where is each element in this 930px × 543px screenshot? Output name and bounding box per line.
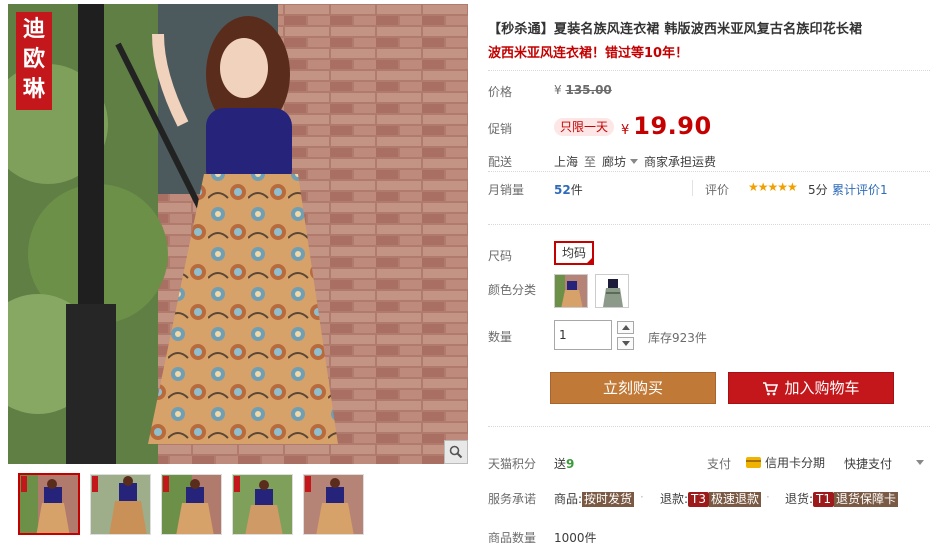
star-rating: ★★★★★ [748, 180, 798, 194]
chevron-down-icon[interactable] [916, 460, 924, 465]
chevron-down-icon [621, 341, 630, 346]
points-info: 送9 [554, 455, 574, 472]
buy-now-button[interactable]: 立刻购买 [550, 372, 716, 404]
currency-symbol: ¥ [621, 123, 630, 138]
product-info-panel: 【秒杀通】夏装名族风连衣裙 韩版波西米亚风复古名族印花长裙 波西米亚风连衣裙！错… [488, 0, 930, 543]
thumbnail-3[interactable] [161, 474, 222, 535]
thumbnail-image [162, 475, 221, 534]
shipping-info: 上海至廊坊 商家承担运费 [554, 153, 716, 170]
rating-label: 评价 [705, 183, 730, 197]
review-count-link[interactable]: 累计评价1 [832, 181, 888, 198]
thumbnail-image [304, 475, 363, 534]
points-prefix: 送 [554, 457, 567, 471]
monthly-sales-label: 月销量 [488, 183, 525, 197]
service-return[interactable]: 退货: T1 退货保障卡 [785, 490, 899, 507]
service-return-code: T1 [813, 492, 835, 507]
size-option-one-size[interactable]: 均码 [554, 241, 595, 265]
product-photo-illustration [8, 4, 468, 464]
service-refund-prefix: 退款: [660, 492, 689, 506]
main-product-photo[interactable]: 迪 欧 琳 [8, 4, 468, 464]
divider [488, 171, 930, 172]
service-refund-code: T3 [688, 492, 710, 507]
credit-installment-option[interactable]: 信用卡分期 [746, 454, 825, 471]
size-option-label: 均码 [562, 246, 587, 260]
sales-unit: 件 [570, 183, 583, 197]
divider [488, 70, 930, 71]
shipping-fee-note: 商家承担运费 [644, 155, 717, 169]
credit-installment-label: 信用卡分期 [765, 456, 826, 470]
service-goods-tag: 按时发货 [582, 492, 635, 507]
thumbnail-strip [18, 473, 364, 535]
service-separator: · [640, 490, 644, 504]
service-refund-tag: 极速退款 [709, 492, 762, 507]
promo-badge: 只限一天 [554, 118, 615, 136]
service-goods-prefix: 商品: [554, 492, 583, 506]
zoom-button[interactable] [444, 440, 468, 464]
sale-price-amount: 19.90 [633, 112, 712, 140]
promo-label: 促销 [488, 122, 513, 136]
monthly-sales-count: 52 [554, 183, 571, 197]
thumbnail-image [20, 475, 78, 533]
size-label: 尺码 [488, 249, 513, 263]
divider [488, 426, 930, 427]
service-goods[interactable]: 商品: 按时发货 [554, 490, 635, 507]
add-to-cart-button[interactable]: 加入购物车 [728, 372, 894, 404]
rating-score: 5分 [808, 183, 828, 197]
add-to-cart-label: 加入购物车 [784, 379, 860, 397]
vertical-divider [692, 180, 693, 196]
color-swatch-image [596, 275, 628, 307]
original-price-amount: 135.00 [565, 83, 612, 97]
product-count-label: 商品数量 [488, 531, 537, 543]
thumbnail-2[interactable] [90, 474, 151, 535]
destination-selector[interactable]: 廊坊 [602, 155, 644, 169]
sale-price: ¥19.90 [621, 112, 712, 140]
stock-count: 库存923件 [648, 331, 707, 345]
chevron-down-icon [630, 159, 639, 164]
price-label: 价格 [488, 85, 513, 99]
services-label: 服务承诺 [488, 492, 537, 506]
thumbnail-4[interactable] [232, 474, 293, 535]
original-price: ¥ 135.00 [554, 83, 612, 97]
thumbnail-image [91, 475, 150, 534]
chevron-up-icon [621, 325, 630, 330]
product-count-value: 1000件 [554, 531, 597, 543]
service-return-prefix: 退货: [785, 492, 814, 506]
brand-seal-logo: 迪 欧 琳 [16, 12, 52, 110]
ship-from: 上海 [554, 155, 579, 169]
divider [488, 224, 930, 225]
monthly-sales: 52件 [554, 181, 583, 198]
quick-pay-option[interactable]: 快捷支付 [844, 455, 892, 472]
points-label: 天猫积分 [488, 457, 537, 471]
points-value: 9 [566, 457, 575, 471]
quantity-label: 数量 [488, 330, 513, 344]
product-title: 【秒杀通】夏装名族风连衣裙 韩版波西米亚风复古名族印花长裙 [488, 22, 863, 37]
currency-symbol: ¥ [554, 83, 562, 97]
service-refund[interactable]: 退款: T3 极速退款 [660, 490, 762, 507]
quantity-decrement-button[interactable] [617, 337, 634, 350]
service-return-tag: 退货保障卡 [834, 492, 899, 507]
shipping-label: 配送 [488, 155, 513, 169]
thumbnail-5[interactable] [303, 474, 364, 535]
payment-label: 支付 [707, 457, 732, 471]
credit-card-icon [746, 457, 761, 468]
destination-city: 廊坊 [602, 155, 627, 169]
ship-to-word: 至 [584, 155, 597, 169]
thumbnail-1[interactable] [18, 473, 80, 535]
color-label: 颜色分类 [488, 283, 537, 297]
service-separator: · [766, 490, 770, 504]
color-option-2[interactable] [595, 274, 629, 308]
cart-icon [763, 382, 779, 396]
selected-check-icon [585, 256, 595, 265]
magnifier-icon [449, 445, 463, 459]
color-option-1[interactable] [554, 274, 588, 308]
color-swatch-image [555, 275, 587, 307]
product-subtitle: 波西米亚风连衣裙！错过等10年！ [488, 46, 689, 61]
quantity-increment-button[interactable] [617, 321, 634, 334]
quantity-input[interactable] [554, 320, 612, 350]
thumbnail-image [233, 475, 292, 534]
